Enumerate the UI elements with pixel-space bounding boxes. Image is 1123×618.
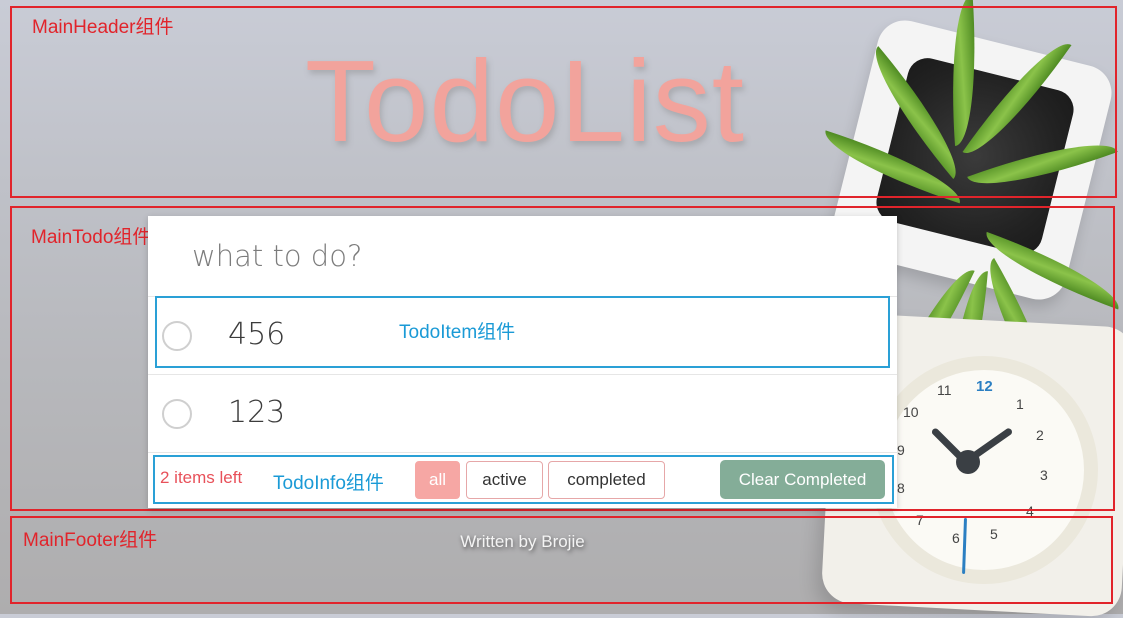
todo-item-label: TodoItem组件: [399, 322, 516, 343]
todo-input[interactable]: [148, 216, 897, 296]
todo-check-toggle[interactable]: [162, 399, 192, 429]
clear-completed-button[interactable]: Clear Completed: [720, 460, 885, 499]
todo-item-text: 123: [228, 395, 286, 430]
footer-credit: Written by Brojie: [460, 532, 585, 551]
items-left-count: 2 items left: [160, 468, 243, 487]
todo-info-label: TodoInfo组件: [273, 473, 384, 494]
todo-info-divider: [148, 452, 897, 453]
app-title: TodoList: [304, 36, 746, 166]
main-todo-label: MainTodo组件: [31, 227, 152, 248]
main-footer-frame: [10, 516, 1113, 604]
filter-all-button[interactable]: all: [415, 461, 460, 499]
filter-active-button[interactable]: active: [466, 461, 543, 499]
todo-item-frame: [155, 296, 890, 368]
todo-item: 123: [148, 374, 897, 453]
filter-completed-button[interactable]: completed: [548, 461, 665, 499]
